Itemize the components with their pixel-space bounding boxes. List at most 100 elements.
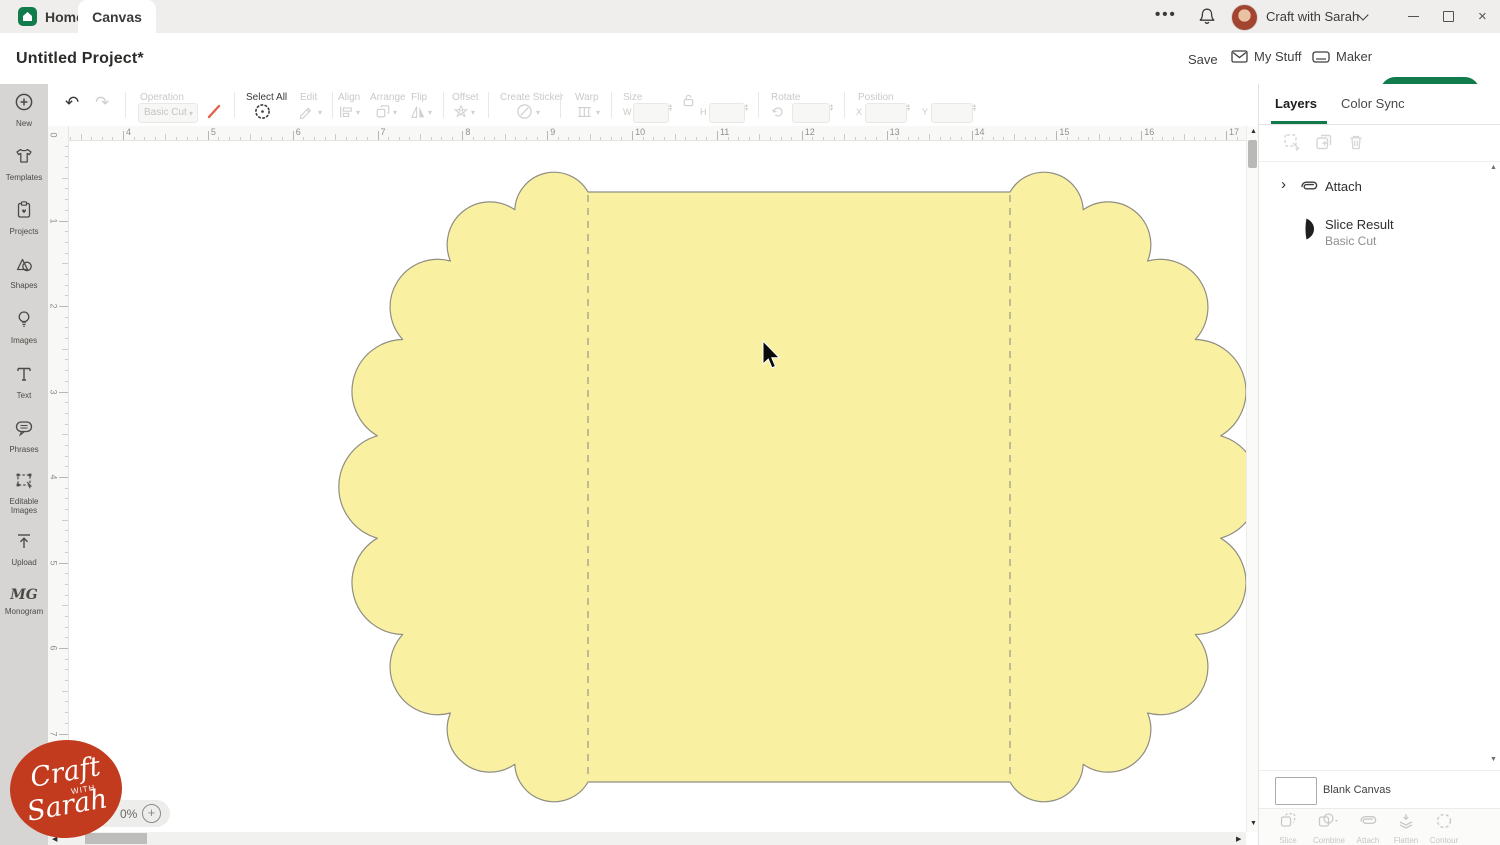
left-sidebar: New Templates Projects Shapes Images Tex… bbox=[0, 84, 48, 845]
contour-button[interactable]: Contour bbox=[1425, 812, 1463, 845]
size-height-stepper[interactable]: ▴ ▾ bbox=[745, 103, 748, 113]
expand-chevron-icon[interactable]: › bbox=[1281, 176, 1286, 193]
delete-layer-icon[interactable] bbox=[1347, 133, 1365, 156]
sidebar-item-shapes[interactable]: Shapes bbox=[0, 254, 48, 290]
operation-select[interactable]: Basic Cut ▾ bbox=[138, 103, 198, 123]
save-button[interactable]: Save bbox=[1188, 52, 1218, 67]
align-button[interactable] bbox=[338, 104, 354, 125]
arrange-label: Arrange bbox=[370, 92, 406, 103]
layer-name: Slice Result bbox=[1325, 217, 1394, 232]
text-icon bbox=[14, 364, 34, 389]
shapes-icon bbox=[14, 254, 34, 279]
edit-dropdown-icon: ▾ bbox=[318, 108, 323, 117]
flatten-button[interactable]: Flatten bbox=[1387, 812, 1425, 845]
sidebar-item-editable-images[interactable]: Editable Images bbox=[0, 470, 48, 515]
zoom-in-button[interactable]: + bbox=[142, 804, 161, 823]
attach-paperclip-icon bbox=[1360, 816, 1377, 824]
combine-button[interactable]: Combine bbox=[1307, 812, 1351, 845]
size-w-label: W bbox=[623, 107, 632, 117]
avatar[interactable] bbox=[1231, 4, 1258, 31]
tab-canvas[interactable]: Canvas bbox=[78, 0, 156, 33]
monogram-mg-icon: MG bbox=[10, 587, 38, 603]
sidebar-item-upload[interactable]: Upload bbox=[0, 531, 48, 567]
maker-machine-button[interactable]: Maker bbox=[1312, 49, 1372, 64]
tab-color-sync[interactable]: Color Sync bbox=[1341, 96, 1405, 111]
position-y-input[interactable] bbox=[931, 103, 973, 123]
panel-scroll-up-icon[interactable]: ▲ bbox=[1490, 164, 1497, 171]
sidebar-item-templates[interactable]: Templates bbox=[0, 146, 48, 182]
duplicate-layer-icon[interactable] bbox=[1315, 133, 1333, 156]
window-maximize-button[interactable] bbox=[1443, 11, 1454, 22]
flip-button[interactable] bbox=[410, 104, 426, 125]
sidebar-item-images[interactable]: Images bbox=[0, 309, 48, 345]
sidebar-item-phrases[interactable]: Phrases bbox=[0, 418, 48, 454]
size-h-label: H bbox=[700, 107, 707, 117]
project-title: Untitled Project* bbox=[16, 50, 144, 67]
app-window: Home Canvas ••• Craft with Sarah × Untit… bbox=[0, 0, 1500, 845]
select-layers-icon[interactable] bbox=[1283, 133, 1301, 156]
maker-machine-icon bbox=[1312, 50, 1330, 63]
sidebar-item-new[interactable]: New bbox=[0, 92, 48, 128]
window-close-button[interactable]: × bbox=[1478, 8, 1487, 25]
layer-thumbnail bbox=[1303, 217, 1316, 246]
canvas-artwork bbox=[338, 171, 1258, 803]
edit-button[interactable] bbox=[298, 104, 314, 125]
canvas-tab-label: Canvas bbox=[92, 8, 142, 25]
layer-operation: Basic Cut bbox=[1325, 234, 1377, 248]
layer-slice-result[interactable]: Slice Result Basic Cut bbox=[1259, 212, 1487, 256]
my-stuff-label: My Stuff bbox=[1254, 49, 1302, 64]
size-width-stepper[interactable]: ▴ ▾ bbox=[669, 103, 672, 113]
sidebar-item-monogram[interactable]: MG Monogram bbox=[0, 585, 48, 616]
attach-button[interactable]: Attach bbox=[1349, 812, 1387, 845]
position-y-stepper[interactable]: ▴ ▾ bbox=[973, 103, 976, 113]
flip-label: Flip bbox=[411, 92, 428, 103]
create-sticker-button[interactable] bbox=[516, 103, 533, 125]
project-header: Untitled Project* Save My Stuff Maker Ma… bbox=[0, 33, 1500, 108]
undo-button[interactable]: ↶ bbox=[65, 93, 79, 113]
arrange-dropdown-icon: ▾ bbox=[393, 108, 398, 117]
operation-label: Operation bbox=[140, 92, 184, 103]
scroll-up-icon[interactable]: ▲ bbox=[1250, 128, 1257, 135]
position-x-stepper[interactable]: ▴ ▾ bbox=[907, 103, 910, 113]
sidebar-item-text[interactable]: Text bbox=[0, 364, 48, 400]
offset-dropdown-icon: ▾ bbox=[471, 108, 476, 117]
size-height-input[interactable] bbox=[709, 103, 745, 123]
redo-button[interactable]: ↷ bbox=[95, 93, 109, 113]
canvas-horizontal-scrollbar[interactable]: ◀ ▶ bbox=[48, 832, 1246, 845]
scroll-down-icon[interactable]: ▼ bbox=[1250, 820, 1257, 827]
horizontal-scroll-thumb[interactable] bbox=[85, 833, 147, 844]
vertical-scroll-thumb[interactable] bbox=[1248, 140, 1257, 168]
rotate-button[interactable] bbox=[770, 104, 786, 125]
projects-clipboard-icon bbox=[14, 200, 34, 225]
account-name[interactable]: Craft with Sarah bbox=[1266, 9, 1359, 24]
layer-group-attach[interactable]: › Attach bbox=[1259, 172, 1487, 202]
scroll-right-icon[interactable]: ▶ bbox=[1236, 835, 1241, 843]
scalloped-card-shape[interactable] bbox=[338, 171, 1258, 803]
rotate-input[interactable] bbox=[792, 103, 830, 123]
sidebar-item-projects[interactable]: Projects bbox=[0, 200, 48, 236]
window-minimize-button[interactable] bbox=[1408, 16, 1419, 17]
top-tab-bar: Home Canvas ••• Craft with Sarah × bbox=[0, 0, 1500, 33]
slice-button[interactable]: Slice bbox=[1269, 812, 1307, 845]
warp-button[interactable] bbox=[576, 104, 593, 125]
attach-paperclip-icon bbox=[1299, 180, 1319, 198]
layers-panel: Layers Color Sync › Attach Slice Result … bbox=[1258, 84, 1500, 845]
tab-layers[interactable]: Layers bbox=[1275, 96, 1317, 111]
arrange-button[interactable] bbox=[375, 104, 391, 125]
align-dropdown-icon: ▾ bbox=[356, 108, 361, 117]
operation-color-pen-icon[interactable] bbox=[206, 103, 223, 125]
offset-button[interactable] bbox=[453, 104, 469, 125]
my-stuff-button[interactable]: My Stuff bbox=[1231, 49, 1301, 64]
position-x-label: X bbox=[856, 107, 863, 117]
rotate-stepper[interactable]: ▴ ▾ bbox=[830, 103, 833, 113]
size-width-input[interactable] bbox=[633, 103, 669, 123]
blank-canvas-row[interactable]: Blank Canvas bbox=[1259, 770, 1500, 809]
notifications-bell-icon[interactable] bbox=[1198, 7, 1216, 31]
size-lock-icon[interactable] bbox=[682, 94, 695, 112]
contour-icon bbox=[1436, 813, 1452, 829]
overflow-menu-icon[interactable]: ••• bbox=[1155, 6, 1177, 23]
position-x-input[interactable] bbox=[865, 103, 907, 123]
panel-scroll-down-icon[interactable]: ▼ bbox=[1490, 756, 1497, 763]
operation-dropdown-icon: ▾ bbox=[188, 109, 193, 118]
select-all-button[interactable] bbox=[254, 103, 271, 125]
